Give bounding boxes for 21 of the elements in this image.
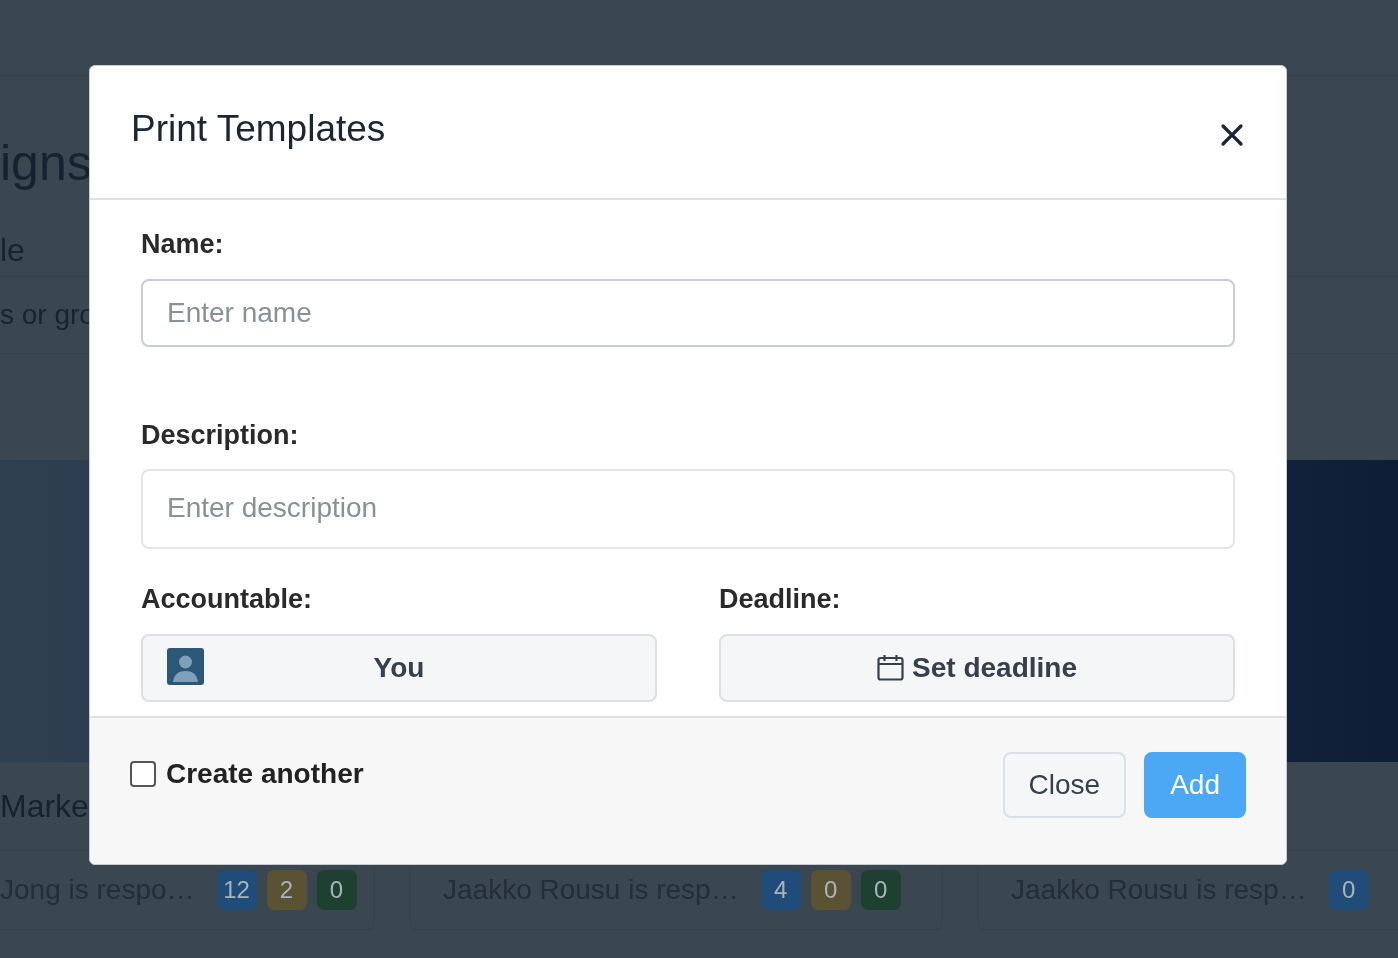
count-badge: 2 (266, 870, 307, 910)
count-badge: 4 (760, 870, 801, 910)
calendar-icon (877, 654, 905, 681)
count-badge: 12 (216, 870, 257, 910)
accountable-picker[interactable]: You (141, 633, 657, 702)
modal-title: Print Templates (131, 106, 386, 151)
count-badge: 0 (316, 870, 357, 910)
count-badge: 0 (810, 870, 851, 910)
count-badge: 0 (1328, 870, 1369, 910)
avatar-icon (167, 647, 204, 685)
count-badge: 0 (860, 870, 901, 910)
field-label: Deadline: (719, 583, 842, 616)
description-field[interactable]: Enter description (141, 469, 1235, 549)
checkbox-label: Create another (166, 757, 364, 791)
field-label: Description: (141, 418, 300, 452)
name-field[interactable]: Enter name (141, 278, 1235, 347)
create-another-checkbox[interactable] (130, 761, 156, 787)
field-label: Name: (141, 228, 225, 261)
set-deadline-button[interactable]: Set deadline (719, 633, 1235, 702)
field-label: Accountable: (141, 583, 314, 616)
close-button[interactable]: Close (1002, 752, 1127, 818)
